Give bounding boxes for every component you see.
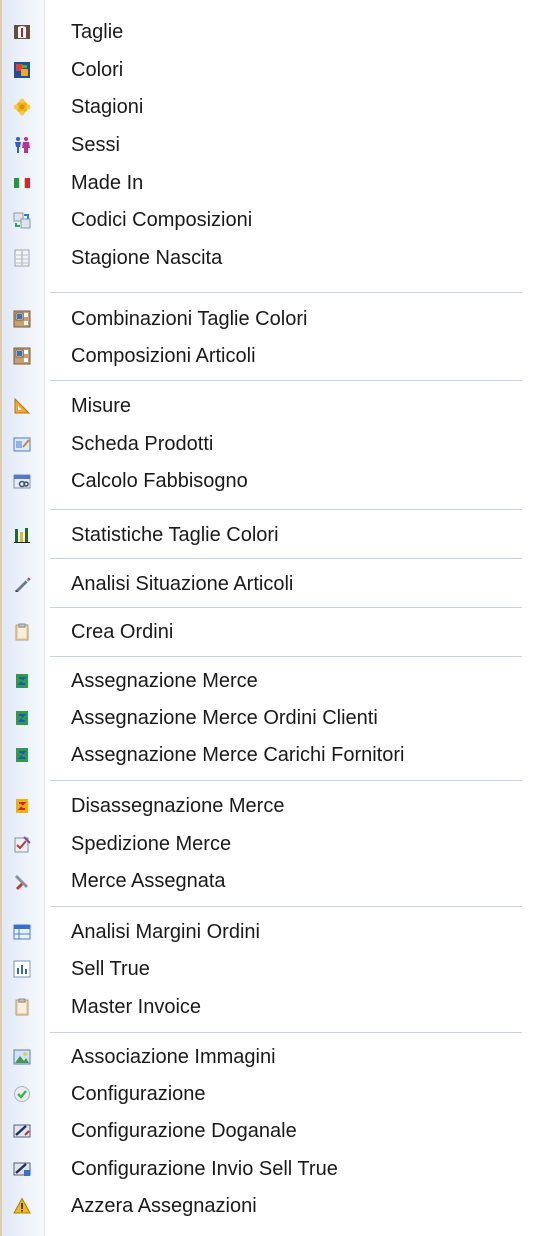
menu-item-assegnazione-merce-ordini-clienti[interactable]: Assegnazione Merce Ordini Clienti: [0, 701, 533, 735]
menu-item-configurazione-doganale[interactable]: Configurazione Doganale: [0, 1114, 533, 1148]
menu-item-calcolo-fabbisogno[interactable]: Calcolo Fabbisogno: [0, 464, 533, 498]
menu-item-master-invoice[interactable]: Master Invoice: [0, 990, 533, 1024]
assign-goods-icon: [13, 709, 31, 727]
margins-grid-icon: [13, 923, 31, 941]
menu-separator: [50, 380, 522, 381]
menu-item-label: Taglie: [71, 21, 124, 43]
menu-item-taglie[interactable]: Taglie: [0, 15, 533, 49]
send-config-icon: [13, 1160, 31, 1178]
menu-item-label: Misure: [71, 395, 132, 417]
menu-item-label: Assegnazione Merce: [71, 670, 258, 692]
menu-item-colori[interactable]: Colori: [0, 53, 533, 87]
menu-item-sell-true[interactable]: Sell True: [0, 952, 533, 986]
menu-item-disassegnazione-merce[interactable]: Disassegnazione Merce: [0, 789, 533, 823]
menu-item-configurazione-invio-sell-true[interactable]: Configurazione Invio Sell True: [0, 1152, 533, 1186]
composition-codes-icon: [13, 211, 31, 229]
menu-item-label: Crea Ordini: [71, 621, 174, 643]
menu-separator: [50, 780, 522, 781]
menu-item-made-in[interactable]: Made In: [0, 166, 533, 200]
genders-icon: [13, 136, 31, 154]
menu-item-merce-assegnata[interactable]: Merce Assegnata: [0, 864, 533, 898]
colors-icon: [13, 61, 31, 79]
flag-italy-icon: [13, 174, 31, 192]
product-sheet-icon: [13, 435, 31, 453]
pencil-icon: [13, 575, 31, 593]
menu-item-label: Configurazione Invio Sell True: [71, 1158, 338, 1180]
menu-item-label: Associazione Immagini: [71, 1046, 276, 1068]
calendar-icon: [13, 249, 31, 267]
menu-item-combinazioni-taglie-colori[interactable]: Combinazioni Taglie Colori: [0, 302, 533, 336]
menu-item-analisi-situazione-articoli[interactable]: Analisi Situazione Articoli: [0, 567, 533, 601]
menu-item-spedizione-merce[interactable]: Spedizione Merce: [0, 827, 533, 861]
menu-item-label: Merce Assegnata: [71, 870, 226, 892]
menu-item-misure[interactable]: Misure: [0, 389, 533, 423]
menu-item-label: Scheda Prodotti: [71, 433, 214, 455]
context-menu: Taglie Colori Stagioni Sessi Made In Cod…: [0, 0, 533, 1236]
menu-separator: [50, 1032, 522, 1033]
sell-chart-icon: [13, 960, 31, 978]
menu-item-label: Azzera Assegnazioni: [71, 1195, 257, 1217]
menu-item-assegnazione-merce[interactable]: Assegnazione Merce: [0, 664, 533, 698]
combination-icon: [13, 310, 31, 328]
menu-separator: [50, 509, 522, 510]
menu-item-label: Colori: [71, 59, 124, 81]
menu-item-label: Stagioni: [71, 96, 144, 118]
menu-item-composizioni-articoli[interactable]: Composizioni Articoli: [0, 339, 533, 373]
assign-goods-icon: [13, 672, 31, 690]
menu-item-associazione-immagini[interactable]: Associazione Immagini: [0, 1040, 533, 1074]
set-square-icon: [13, 397, 31, 415]
menu-item-azzera-assegnazioni[interactable]: Azzera Assegnazioni: [0, 1189, 533, 1223]
seasons-icon: [13, 98, 31, 116]
bar-chart-icon: [13, 526, 31, 544]
menu-separator: [50, 292, 522, 293]
menu-item-label: Stagione Nascita: [71, 247, 223, 269]
menu-item-scheda-prodotti[interactable]: Scheda Prodotti: [0, 427, 533, 461]
unassign-goods-icon: [13, 797, 31, 815]
menu-item-label: Statistiche Taglie Colori: [71, 524, 279, 546]
check-circle-icon: [13, 1085, 31, 1103]
menu-item-label: Analisi Situazione Articoli: [71, 573, 294, 595]
menu-item-stagione-nascita[interactable]: Stagione Nascita: [0, 241, 533, 275]
menu-item-stagioni[interactable]: Stagioni: [0, 90, 533, 124]
menu-item-configurazione[interactable]: Configurazione: [0, 1077, 533, 1111]
menu-item-label: Configurazione: [71, 1083, 206, 1105]
clipboard-icon: [13, 623, 31, 641]
menu-item-label: Master Invoice: [71, 996, 202, 1018]
menu-item-label: Sell True: [71, 958, 150, 980]
calculator-icon: [13, 472, 31, 490]
menu-item-label: Spedizione Merce: [71, 833, 232, 855]
menu-item-analisi-margini-ordini[interactable]: Analisi Margini Ordini: [0, 915, 533, 949]
menu-item-label: Combinazioni Taglie Colori: [71, 308, 308, 330]
shipping-icon: [13, 835, 31, 853]
tools-icon: [13, 872, 31, 890]
menu-item-label: Codici Composizioni: [71, 209, 253, 231]
warning-icon: [13, 1197, 31, 1215]
menu-separator: [50, 656, 522, 657]
sizes-icon: [13, 23, 31, 41]
clipboard-icon: [13, 998, 31, 1016]
customs-config-icon: [13, 1122, 31, 1140]
menu-item-label: Assegnazione Merce Carichi Fornitori: [71, 744, 405, 766]
menu-item-label: Configurazione Doganale: [71, 1120, 297, 1142]
menu-item-label: Analisi Margini Ordini: [71, 921, 260, 943]
assign-goods-icon: [13, 746, 31, 764]
menu-item-label: Composizioni Articoli: [71, 345, 256, 367]
menu-item-statistiche-taglie-colori[interactable]: Statistiche Taglie Colori: [0, 518, 533, 552]
menu-item-crea-ordini[interactable]: Crea Ordini: [0, 615, 533, 649]
image-icon: [13, 1048, 31, 1066]
menu-item-label: Sessi: [71, 134, 120, 156]
menu-item-label: Made In: [71, 172, 144, 194]
menu-item-label: Disassegnazione Merce: [71, 795, 285, 817]
menu-separator: [50, 558, 522, 559]
menu-item-assegnazione-merce-carichi-fornitori[interactable]: Assegnazione Merce Carichi Fornitori: [0, 738, 533, 772]
menu-separator: [50, 607, 522, 608]
menu-item-label: Assegnazione Merce Ordini Clienti: [71, 707, 378, 729]
menu-item-sessi[interactable]: Sessi: [0, 128, 533, 162]
combination-icon: [13, 347, 31, 365]
menu-item-codici-composizioni[interactable]: Codici Composizioni: [0, 203, 533, 237]
menu-item-label: Calcolo Fabbisogno: [71, 470, 248, 492]
menu-separator: [50, 906, 522, 907]
